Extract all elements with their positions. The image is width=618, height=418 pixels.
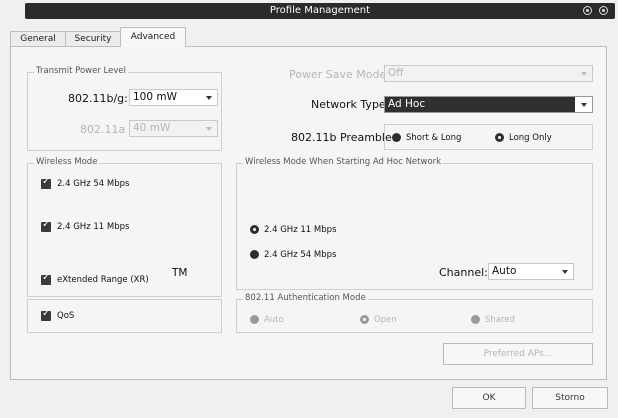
chevron-down-icon bbox=[581, 72, 587, 76]
qos-checkbox[interactable] bbox=[41, 308, 51, 321]
chevron-down-icon bbox=[581, 103, 587, 107]
bg-power-label: 802.11b/g: bbox=[68, 92, 128, 105]
adhoc-54-radio[interactable] bbox=[250, 250, 259, 259]
transmit-power-legend: Transmit Power Level bbox=[34, 66, 128, 76]
preferred-aps-button: Preferred APs... bbox=[443, 343, 593, 365]
help-icon[interactable] bbox=[583, 6, 592, 15]
chevron-down-icon bbox=[562, 270, 568, 274]
bg-power-select[interactable]: 100 mW bbox=[129, 89, 218, 106]
advanced-panel: Transmit Power Level 802.11b/g: 100 mW 8… bbox=[10, 46, 607, 380]
qos-label: QoS bbox=[57, 311, 75, 321]
chevron-down-icon bbox=[206, 96, 212, 100]
mode-xr-checkbox[interactable] bbox=[41, 272, 51, 285]
channel-select[interactable]: Auto bbox=[488, 263, 574, 280]
trademark-label: TM bbox=[172, 267, 188, 279]
title-bar: Profile Management bbox=[25, 3, 615, 19]
network-type-select[interactable]: Ad Hoc bbox=[384, 96, 593, 113]
cancel-button[interactable]: Storno bbox=[532, 387, 608, 409]
wireless-mode-legend: Wireless Mode bbox=[34, 157, 100, 167]
auth-mode-group: 802.11 Authentication Mode bbox=[236, 293, 593, 333]
close-icon[interactable] bbox=[599, 6, 608, 15]
adhoc-11-label: 2.4 GHz 11 Mbps bbox=[264, 225, 337, 235]
auth-mode-legend: 802.11 Authentication Mode bbox=[243, 293, 368, 303]
adhoc-54-label: 2.4 GHz 54 Mbps bbox=[264, 250, 337, 260]
tab-advanced[interactable]: Advanced bbox=[120, 27, 186, 47]
a-power-label: 802.11a bbox=[80, 123, 126, 136]
adhoc-mode-legend: Wireless Mode When Starting Ad Hoc Netwo… bbox=[243, 157, 444, 167]
tab-general[interactable]: General bbox=[10, 31, 66, 46]
auth-open-label: Open bbox=[374, 315, 397, 325]
preamble-long-only-label: Long Only bbox=[509, 133, 552, 143]
mode-11-checkbox[interactable] bbox=[41, 219, 51, 232]
window-title: Profile Management bbox=[269, 5, 371, 16]
mode-11-label: 2.4 GHz 11 Mbps bbox=[57, 222, 130, 232]
preamble-long-only-radio[interactable] bbox=[495, 133, 504, 142]
transmit-power-group: Transmit Power Level bbox=[27, 66, 222, 151]
mode-xr-label: eXtended Range (XR) bbox=[57, 275, 149, 285]
mode-54-label: 2.4 GHz 54 Mbps bbox=[57, 179, 130, 189]
chevron-down-icon bbox=[206, 127, 212, 131]
auth-auto-label: Auto bbox=[264, 315, 284, 325]
network-type-label: Network Type: bbox=[311, 98, 390, 111]
a-power-select: 40 mW bbox=[129, 120, 218, 137]
preamble-label: 802.11b Preamble: bbox=[291, 131, 396, 144]
power-save-select: Off bbox=[384, 65, 593, 82]
auth-open-radio bbox=[360, 315, 369, 324]
ok-button[interactable]: OK bbox=[452, 387, 526, 409]
auth-shared-radio bbox=[471, 315, 480, 324]
preamble-short-long-radio[interactable] bbox=[392, 133, 401, 142]
auth-auto-radio bbox=[250, 315, 259, 324]
auth-shared-label: Shared bbox=[485, 315, 515, 325]
channel-label: Channel: bbox=[439, 266, 488, 279]
mode-54-checkbox[interactable] bbox=[41, 176, 51, 189]
power-save-label: Power Save Mode: bbox=[289, 68, 390, 81]
adhoc-11-radio[interactable] bbox=[250, 225, 259, 234]
preamble-short-long-label: Short & Long bbox=[406, 133, 462, 143]
tab-security[interactable]: Security bbox=[65, 31, 121, 46]
